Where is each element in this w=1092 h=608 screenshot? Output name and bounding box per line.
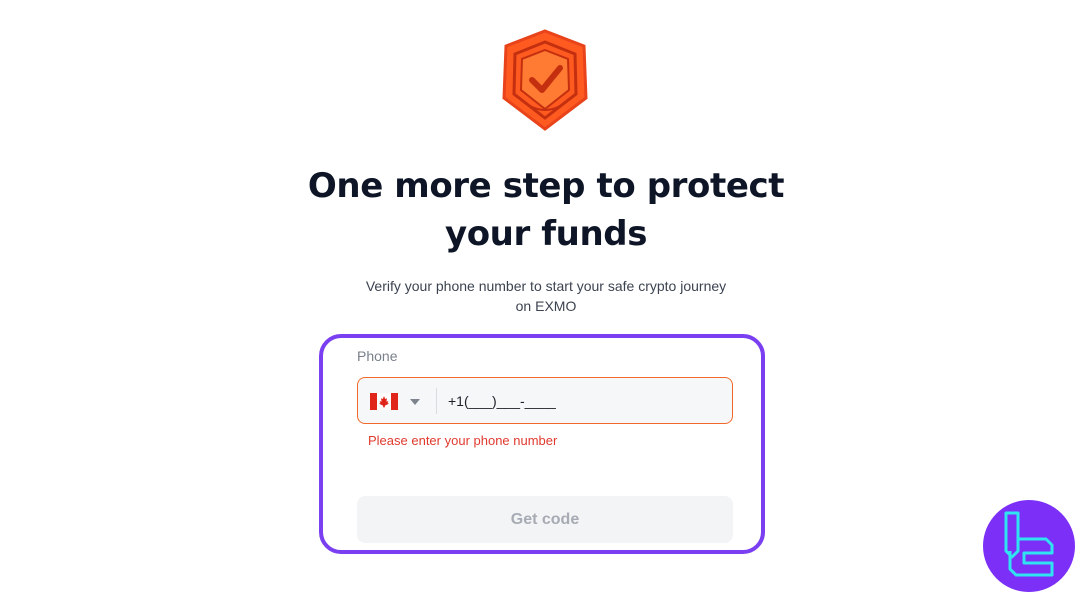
page-subtitle: Verify your phone number to start your s… xyxy=(0,276,1092,316)
title-line-1: One more step to protect xyxy=(307,166,785,206)
page-title: One more step to protect your funds xyxy=(0,162,1092,258)
subtitle-line-2: on EXMO xyxy=(515,298,577,314)
field-divider xyxy=(436,388,437,414)
country-code-select[interactable] xyxy=(368,390,428,414)
chevron-down-icon xyxy=(410,399,420,405)
shield-check-icon xyxy=(502,29,588,131)
phone-input[interactable] xyxy=(448,388,718,414)
phone-field[interactable] xyxy=(357,377,733,424)
phone-error-message: Please enter your phone number xyxy=(368,433,558,448)
verification-page: One more step to protect your funds Veri… xyxy=(0,0,1092,608)
phone-label: Phone xyxy=(357,348,398,364)
title-line-2: your funds xyxy=(444,214,648,254)
subtitle-line-1: Verify your phone number to start your s… xyxy=(365,278,727,294)
canada-flag-icon xyxy=(370,393,398,410)
tradingfinder-logo-icon xyxy=(983,500,1075,592)
get-code-button[interactable]: Get code xyxy=(357,496,733,543)
